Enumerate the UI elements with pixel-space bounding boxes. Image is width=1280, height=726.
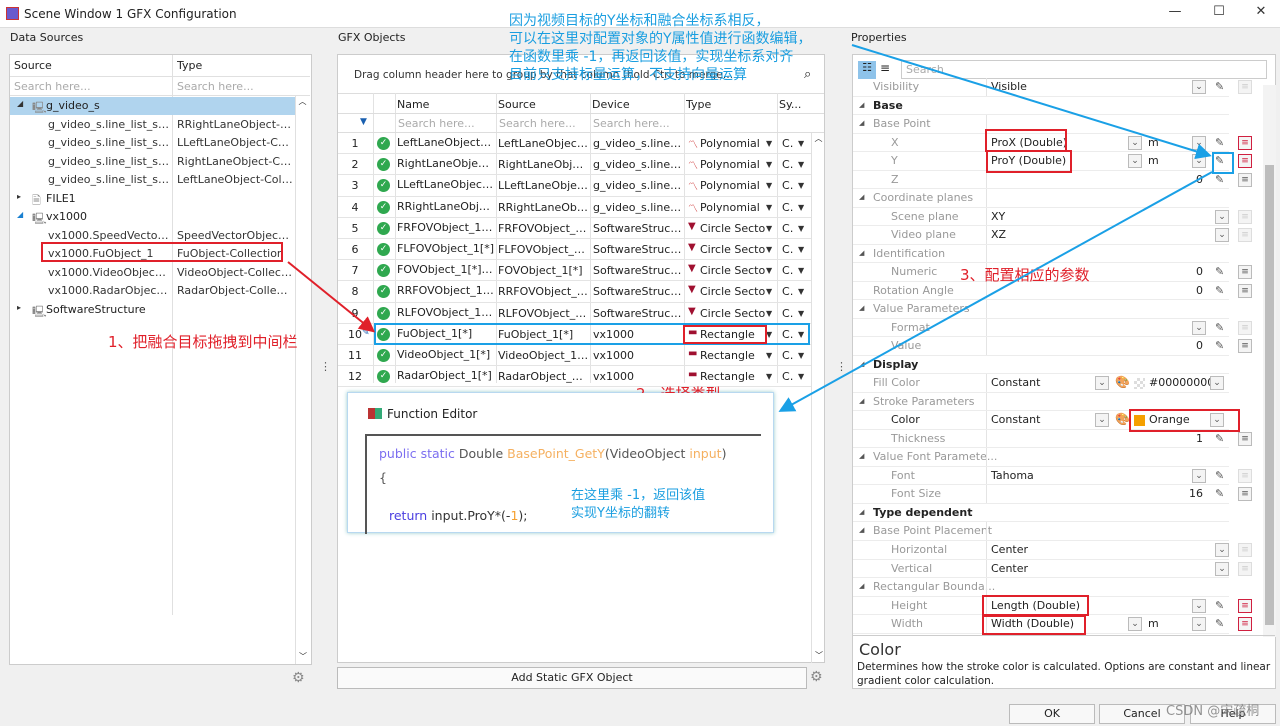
annotation-arrows — [287, 44, 1213, 412]
drag-arrow — [287, 261, 376, 333]
editor-arrow — [778, 171, 1213, 412]
top-note-arrow — [851, 44, 1212, 160]
